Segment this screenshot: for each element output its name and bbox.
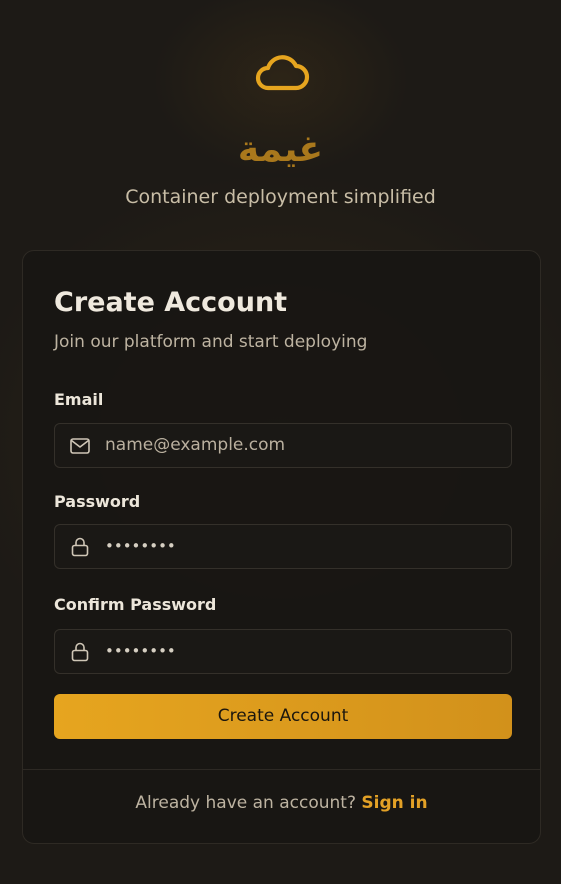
- email-field[interactable]: name@example.com: [54, 423, 512, 468]
- email-placeholder: name@example.com: [105, 435, 286, 455]
- sign-in-link[interactable]: Sign in: [361, 793, 427, 813]
- confirm-password-label: Confirm Password: [54, 595, 217, 614]
- password-label: Password: [54, 492, 141, 511]
- confirm-password-value: ••••••••: [105, 642, 176, 660]
- divider: [23, 769, 540, 770]
- signup-card: Create Account Join our platform and sta…: [22, 250, 541, 844]
- password-value: ••••••••: [105, 537, 176, 555]
- email-label: Email: [54, 390, 104, 409]
- card-subtitle: Join our platform and start deploying: [54, 332, 368, 352]
- tagline: Container deployment simplified: [125, 186, 436, 208]
- password-field[interactable]: ••••••••: [54, 524, 512, 569]
- create-account-button[interactable]: Create Account: [54, 694, 512, 739]
- card-title: Create Account: [54, 287, 288, 318]
- confirm-password-field[interactable]: ••••••••: [54, 629, 512, 674]
- lock-icon: [71, 642, 89, 662]
- cloud-icon: [255, 55, 310, 91]
- signup-page: غيمة Container deployment simplified Cre…: [0, 0, 561, 884]
- brand-name: غيمة: [237, 129, 324, 170]
- lock-icon: [71, 537, 89, 557]
- mail-icon: [70, 438, 90, 454]
- signin-prompt: Already have an account? Sign in: [23, 791, 540, 815]
- signin-prompt-text: Already have an account?: [135, 793, 356, 813]
